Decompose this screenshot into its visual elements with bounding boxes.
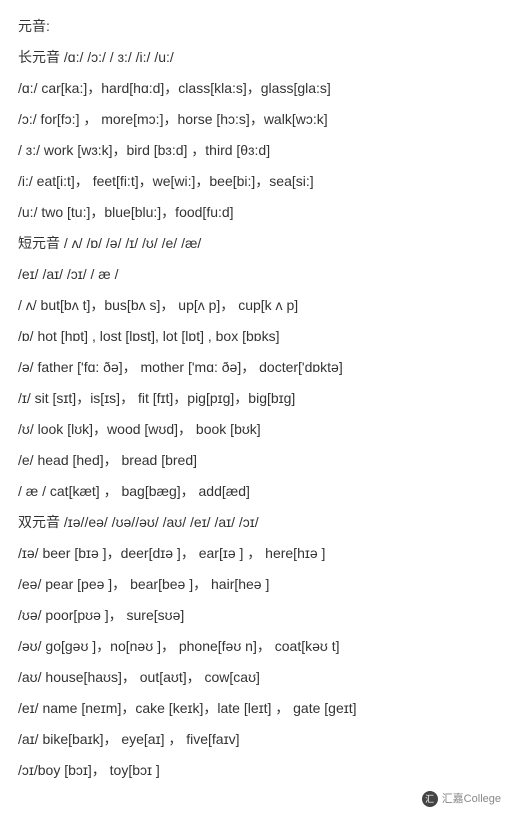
text-line: /aʊ/ house[haʊs]， out[aʊt]， cow[caʊ] [18, 667, 501, 688]
text-line: /ɒ/ hot [hɒt] , lost [lɒst], lot [lɒt] ,… [18, 326, 501, 347]
text-line: 元音: [18, 16, 501, 37]
document-body: 元音: 长元音 /ɑ:/ /ɔ:/ / ɜ:/ /i:/ /u:/ /ɑ:/ car… [18, 16, 501, 781]
footer-label: 汇嘉College [442, 791, 501, 808]
text-line: /əʊ/ go[gəʊ ]，no[nəʊ ]， phone[fəʊ n]， co… [18, 636, 501, 657]
text-line: / ʌ/ but[bʌ t]，bus[bʌ s]， up[ʌ p]， cup[k… [18, 295, 501, 316]
text-line: /ɑ:/ car[ka:]，hard[hɑ:d]，class[kla:s]，gl… [18, 78, 501, 99]
text-line: 长元音 /ɑ:/ /ɔ:/ / ɜ:/ /i:/ /u:/ [18, 47, 501, 68]
text-line: /u:/ two [tu:]，blue[blu:]，food[fu:d] [18, 202, 501, 223]
text-line: / ɜ:/ work [wɜ:k]，bird [bɜ:d] ，third [θɜ… [18, 140, 501, 161]
text-line: /i:/ eat[i:t]， feet[fi:t]，we[wi:]，bee[bi… [18, 171, 501, 192]
text-line: / æ / cat[kæt] ， bag[bæg]， add[æd] [18, 481, 501, 502]
text-line: /eə/ pear [peə ]， bear[beə ]， hair[heə ] [18, 574, 501, 595]
logo-icon: 汇 [422, 791, 438, 807]
text-line: 短元音 / ʌ/ /ɒ/ /ə/ /ɪ/ /ʊ/ /e/ /æ/ [18, 233, 501, 254]
text-line: /eɪ/ /aɪ/ /ɔɪ/ / æ / [18, 264, 501, 285]
text-line: /eɪ/ name [neɪm]，cake [keɪk]，late [leɪt]… [18, 698, 501, 719]
text-line: /ɔ:/ for[fɔ:] ， more[mɔ:]，horse [hɔ:s]，w… [18, 109, 501, 130]
text-line: /aɪ/ bike[baɪk]， eye[aɪ] ， five[faɪv] [18, 729, 501, 750]
text-line: /ɪ/ sit [sɪt]，is[ɪs]， fit [fɪt]，pig[pɪg]… [18, 388, 501, 409]
text-line: /ɪə/ beer [bɪə ]，deer[dɪə ]， ear[ɪə ] ， … [18, 543, 501, 564]
text-line: /ɔɪ/boy [bɔɪ]， toy[bɔɪ ] [18, 760, 501, 781]
text-line: /e/ head [hed]， bread [bred] [18, 450, 501, 471]
text-line: 双元音 /ɪə//eə/ /ʊə//əʊ/ /aʊ/ /eɪ/ /aɪ/ /ɔɪ… [18, 512, 501, 533]
text-line: /ʊə/ poor[pʊə ]， sure[sʊə] [18, 605, 501, 626]
footer: 汇 汇嘉College [18, 791, 501, 808]
text-line: /ʊ/ look [lʊk]，wood [wʊd]， book [bʊk] [18, 419, 501, 440]
text-line: /ə/ father ['fɑ: ðə]， mother ['mɑ: ðə]， … [18, 357, 501, 378]
